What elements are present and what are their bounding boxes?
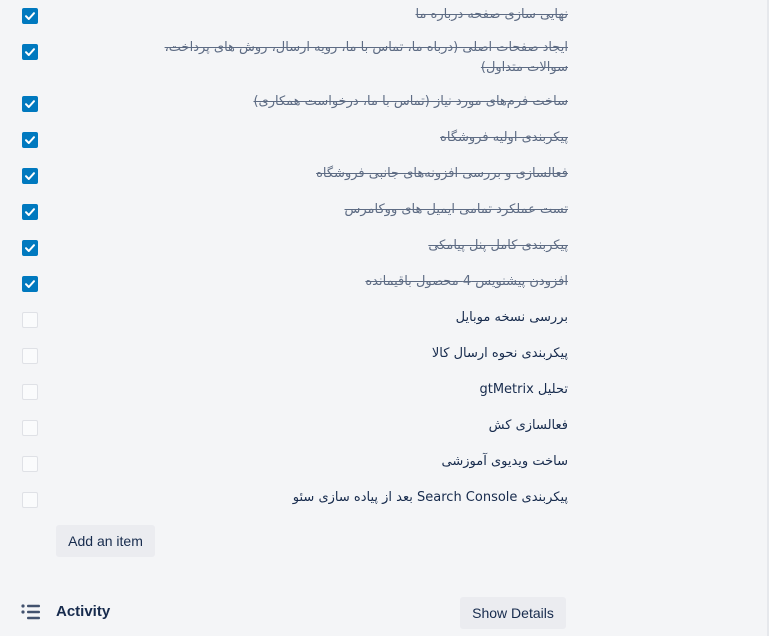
checkbox-checked[interactable] <box>22 204 38 220</box>
checklist-item-text[interactable]: نهایی سازی صفحه درباره ما <box>148 5 569 25</box>
activity-title: Activity <box>56 603 111 620</box>
checkbox-checked[interactable] <box>22 276 38 292</box>
checklist-item-text[interactable]: ساخت فرم‌های مورد نیاز (تماس با ما، درخو… <box>148 92 568 112</box>
checklist-item-text[interactable]: تحلیل gtMetrix <box>148 380 568 400</box>
checkbox-checked[interactable] <box>22 240 38 256</box>
checklist-item-text[interactable]: بررسی نسخه موبایل <box>148 308 568 328</box>
checkbox-checked[interactable] <box>22 96 38 112</box>
checkbox-unchecked[interactable] <box>22 420 38 436</box>
checklist-item-text[interactable]: پیکربندی اولیه فروشگاه <box>148 128 568 148</box>
checkbox-unchecked[interactable] <box>22 348 38 364</box>
checkbox-checked[interactable] <box>22 132 38 148</box>
checklist-item-text[interactable]: افزودن پیشنویس 4 محصول باقیمانده <box>148 272 568 292</box>
activity-list-icon <box>21 604 40 620</box>
check-icon <box>25 280 35 288</box>
checklist-item-text[interactable]: پیکربندی کامل پنل پیامکی <box>148 236 568 256</box>
checkbox-unchecked[interactable] <box>22 312 38 328</box>
check-icon <box>25 136 35 144</box>
add-item-button[interactable]: Add an item <box>56 525 155 557</box>
checkbox-checked[interactable] <box>22 44 38 60</box>
checklist-item-text[interactable]: تست عملکرد تمامی ایمیل های ووکامرس <box>148 200 568 220</box>
checklist-item-text[interactable]: فعالسازی و بررسی افزونه‌های جانبی فروشگا… <box>148 164 568 184</box>
checklist-item-text[interactable]: ایجاد صفحات اصلی (درباه ما، تماس با ما، … <box>148 38 568 78</box>
check-icon <box>25 100 35 108</box>
check-icon <box>25 48 35 56</box>
checklist-item-text[interactable]: پیکربندی Search Console بعد از پیاده ساز… <box>148 488 568 508</box>
checkbox-checked[interactable] <box>22 8 38 24</box>
check-icon <box>25 172 35 180</box>
checkbox-unchecked[interactable] <box>22 456 38 472</box>
checkbox-unchecked[interactable] <box>22 384 38 400</box>
show-details-button[interactable]: Show Details <box>460 597 566 629</box>
checklist-item-text[interactable]: پیکربندی نحوه ارسال کالا <box>148 344 568 364</box>
checkbox-unchecked[interactable] <box>22 492 38 508</box>
checklist-item-text[interactable]: فعالسازی کش <box>148 416 568 436</box>
check-icon <box>25 208 35 216</box>
check-icon <box>25 12 35 20</box>
check-icon <box>25 244 35 252</box>
checklist-item-text[interactable]: ساخت ویدیوی آموزشی <box>148 452 568 472</box>
checkbox-checked[interactable] <box>22 168 38 184</box>
